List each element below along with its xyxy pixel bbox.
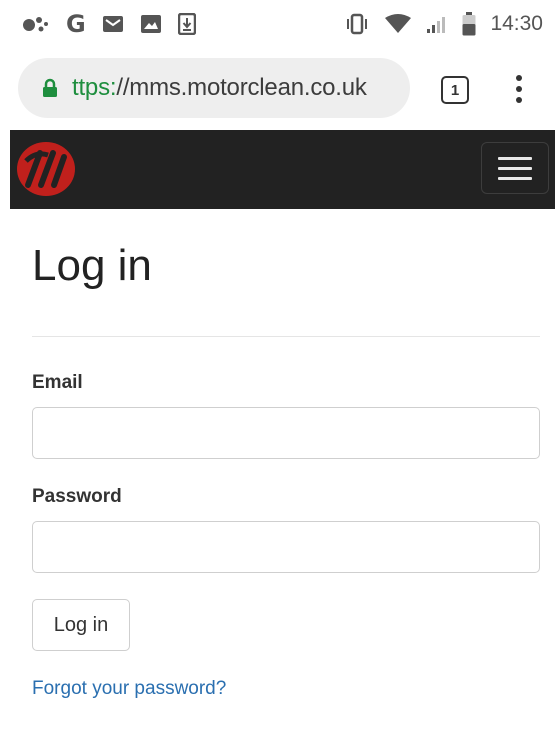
status-bar-system: 14:30 [344,12,543,36]
battery-icon [462,12,476,36]
signal-icon [427,17,446,33]
site-navbar [10,130,555,209]
status-bar-notifications: G [22,10,196,38]
password-label: Password [32,486,122,507]
browser-toolbar: ttps://mms.motorclean.co.uk 1 [0,48,555,130]
page-title: Log in [32,241,152,290]
url-host: //mms.motorclean.co.uk [116,74,367,101]
password-field[interactable] [32,521,540,573]
brand-logo-icon[interactable] [14,139,78,199]
download-icon [177,13,196,35]
gmail-icon [102,16,123,32]
assistant-icon [23,17,48,32]
tabs-icon[interactable]: 1 [441,76,469,104]
url-scheme: ttps: [72,74,117,101]
image-icon [140,15,161,33]
more-vert-icon[interactable] [508,72,530,108]
wifi-icon [385,14,412,33]
google-g-icon: G [66,10,86,38]
email-field[interactable] [32,407,540,459]
email-label: Email [32,372,83,393]
hamburger-menu-icon[interactable] [481,142,549,194]
vibrate-icon [347,13,368,35]
lock-icon [43,78,57,97]
tab-count: 1 [450,81,460,99]
status-time: 14:30 [490,12,543,35]
login-button[interactable]: Log in [32,599,130,651]
address-bar[interactable]: ttps://mms.motorclean.co.uk [18,58,410,118]
status-bar: G 14:30 [0,0,555,48]
forgot-password-link[interactable]: Forgot your password? [32,678,226,700]
divider [32,336,540,337]
url-text[interactable]: ttps://mms.motorclean.co.uk [72,74,367,102]
